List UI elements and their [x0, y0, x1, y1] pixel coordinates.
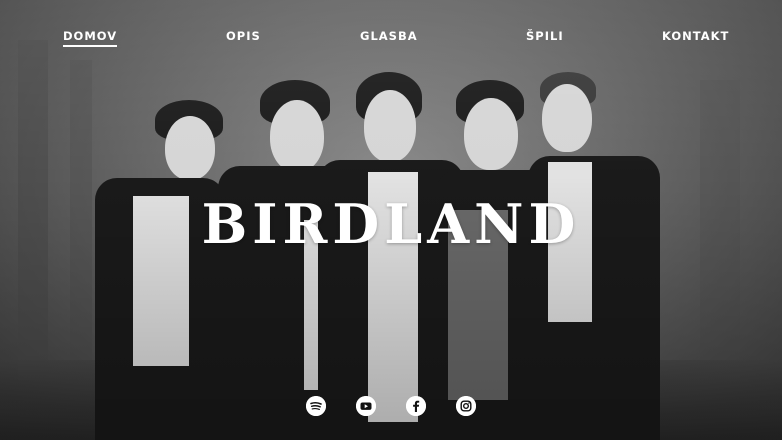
social-links — [0, 396, 782, 416]
facebook-icon[interactable] — [406, 396, 426, 416]
nav-item-opis[interactable]: OPIS — [226, 29, 261, 43]
youtube-icon[interactable] — [356, 396, 376, 416]
nav-item-kontakt[interactable]: KONTAKT — [662, 29, 729, 43]
nav-item-spili[interactable]: ŠPILI — [526, 29, 564, 43]
nav-item-domov[interactable]: DOMOV — [63, 29, 118, 47]
instagram-icon[interactable] — [456, 396, 476, 416]
spotify-icon[interactable] — [306, 396, 326, 416]
main-nav: DOMOV OPIS GLASBA ŠPILI KONTAKT — [0, 29, 782, 49]
nav-item-glasba[interactable]: GLASBA — [360, 29, 418, 43]
band-title: BIRDLAND — [201, 192, 581, 256]
